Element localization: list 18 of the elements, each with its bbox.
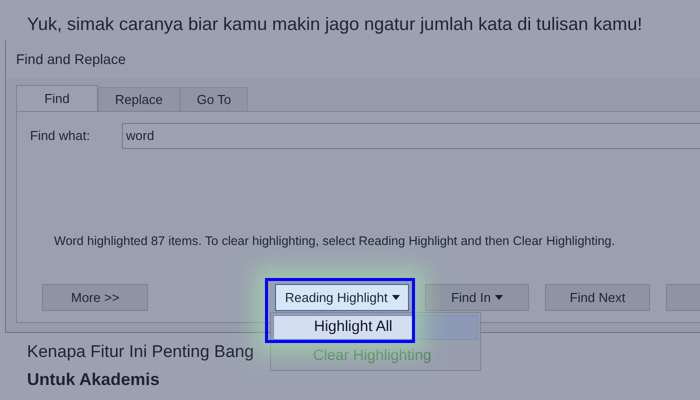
dropdown-button[interactable]: Reading Highlight [275, 284, 410, 311]
dialog-button[interactable]: Find Next [544, 284, 650, 311]
status-message: Word highlighted 87 items. To clear highlighting, select Reading Highlight and then Clear Highlighting. [54, 234, 615, 248]
caret-icon [392, 295, 400, 300]
body-text: Kenapa Fitur Ini Penting Bang [27, 342, 254, 362]
section-heading: Untuk Akademis [27, 370, 160, 390]
find-what-field[interactable]: word [122, 123, 700, 149]
tab[interactable]: Replace [98, 87, 180, 111]
caret-icon [494, 295, 503, 300]
find-what-label: Find what: [30, 127, 91, 146]
article-heading: Yuk, simak caranya biar kamu makin jago ngatur jumlah kata di tulisan kamu! [27, 14, 642, 34]
dialog-button[interactable] [666, 284, 700, 311]
menu-item[interactable]: Highlight All [273, 315, 478, 340]
tab[interactable]: Go To [180, 87, 248, 111]
dialog-button[interactable]: More >> [42, 284, 148, 311]
dropdown-button[interactable]: Find In [425, 284, 529, 311]
tab[interactable]: Find [16, 85, 98, 111]
window-title: Find and Replace [16, 50, 126, 69]
